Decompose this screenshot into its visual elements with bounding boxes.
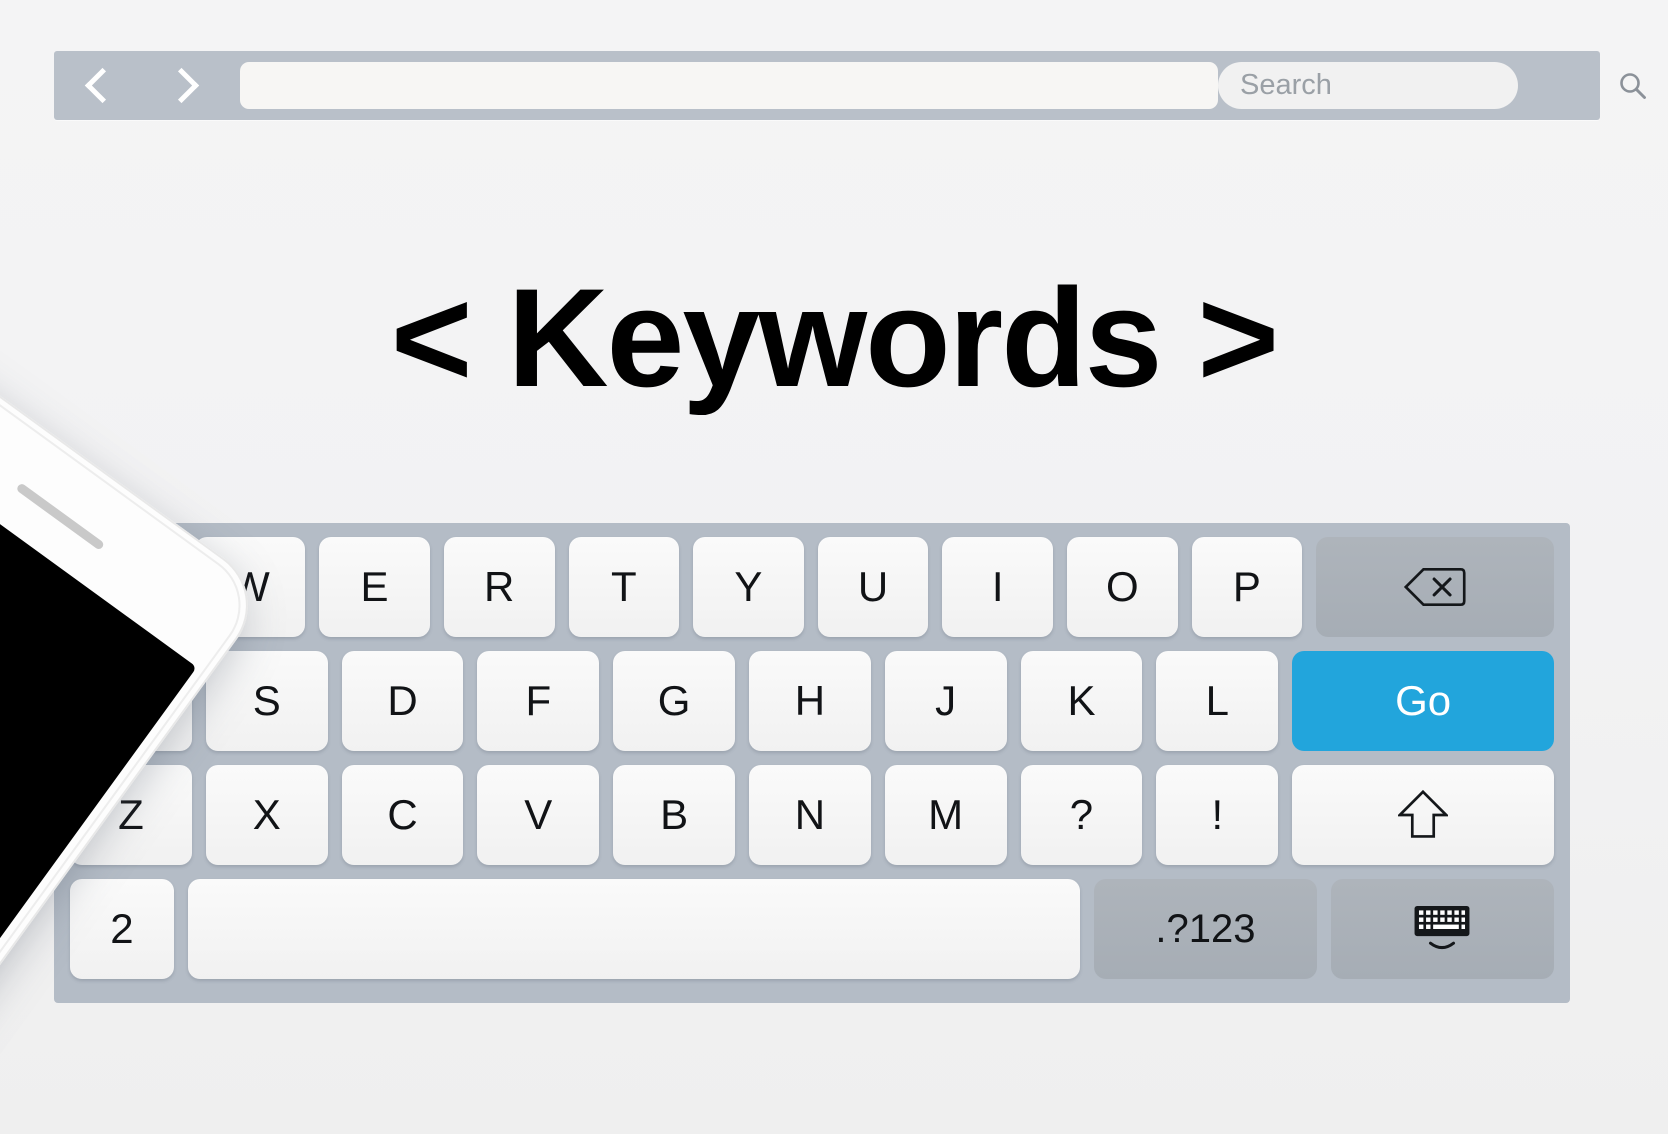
key-go-label: Go xyxy=(1395,677,1452,724)
keyboard-row-3: Z X C V B N M?! xyxy=(54,765,1570,865)
page-title: < Keywords > xyxy=(390,259,1279,416)
key-c-label: C xyxy=(387,791,418,838)
key-p-label: P xyxy=(1232,563,1261,610)
key-g-label: G xyxy=(657,677,691,724)
key-v[interactable]: V xyxy=(477,765,600,865)
backspace-delete-icon xyxy=(1404,565,1466,609)
key-n-label: N xyxy=(794,791,826,838)
key-j-label: J xyxy=(935,677,957,724)
key-j[interactable]: J xyxy=(884,651,1007,751)
key-h-label: H xyxy=(794,677,826,724)
key-n[interactable]: N xyxy=(748,765,871,865)
key-o-label: O xyxy=(1105,563,1139,610)
address-bar-input[interactable] xyxy=(240,62,1218,109)
key-dismiss-keyboard[interactable] xyxy=(1330,879,1554,979)
key-y[interactable]: Y xyxy=(693,537,804,637)
key-m[interactable]: M xyxy=(884,765,1007,865)
key-u-label: U xyxy=(857,563,889,610)
key-o[interactable]: O xyxy=(1067,537,1178,637)
key-u[interactable]: U xyxy=(817,537,929,637)
key-r[interactable]: R xyxy=(443,537,555,637)
magnifier-icon[interactable] xyxy=(1617,70,1649,102)
key-z-label: Z xyxy=(118,791,144,838)
browser-toolbar xyxy=(54,51,1646,120)
key-exclamation[interactable]: ! xyxy=(1156,765,1279,865)
key-question[interactable]: ? xyxy=(1020,765,1143,865)
key-d-label: D xyxy=(387,677,418,724)
keyboard-row-4: 2 .?123 xyxy=(54,879,1570,979)
key-v-label: V xyxy=(524,791,553,838)
key-m-label: M xyxy=(928,791,964,838)
key-c[interactable]: C xyxy=(341,765,464,865)
key-i[interactable]: I xyxy=(942,537,1053,637)
shift-arrow-icon xyxy=(1398,788,1449,842)
key-y-label: Y xyxy=(734,563,763,610)
key-l-label: L xyxy=(1205,677,1229,724)
key-f-label: F xyxy=(525,677,552,724)
key-i-label: I xyxy=(991,563,1004,610)
key-k-label: K xyxy=(1067,677,1096,724)
chevron-right-icon[interactable] xyxy=(168,64,194,108)
key-r-label: R xyxy=(484,563,515,610)
key-g[interactable]: G xyxy=(613,651,735,751)
key-x[interactable]: X xyxy=(205,765,328,865)
key-alt-left-label: 2 xyxy=(110,905,134,952)
key-b-label: B xyxy=(660,791,689,838)
search-field[interactable] xyxy=(1218,62,1646,109)
key-e-label: E xyxy=(360,563,389,610)
key-exclamation-label: ! xyxy=(1211,791,1224,838)
key-symbols-label: .?123 xyxy=(1155,906,1256,951)
keyboard-row-1: QWERTYUIOP xyxy=(54,537,1570,637)
onscreen-keyboard: QWERTYUIOP ASDFGHJKLGo ZXCVBNM?! 2.?123 xyxy=(54,523,1570,1003)
screenshot-canvas: < Keywords > QWERTYUIOP ASDFGHJKLGo ZXCV… xyxy=(0,0,1668,1134)
key-b[interactable]: B xyxy=(613,765,735,865)
key-h[interactable]: H xyxy=(748,651,871,751)
key-d[interactable]: D xyxy=(341,651,464,751)
key-p[interactable]: P xyxy=(1191,537,1303,637)
key-t-label: T xyxy=(610,563,637,610)
key-symbols[interactable]: .?123 xyxy=(1093,879,1317,979)
key-go[interactable]: Go xyxy=(1292,651,1555,751)
key-x-label: X xyxy=(252,791,281,838)
key-backspace[interactable] xyxy=(1316,537,1555,637)
key-e[interactable]: E xyxy=(319,537,430,637)
key-alt-left[interactable]: 2 xyxy=(70,879,174,979)
key-space[interactable] xyxy=(187,879,1080,979)
search-input[interactable] xyxy=(1240,69,1617,102)
navigation-arrows xyxy=(84,63,194,108)
key-f[interactable]: F xyxy=(477,651,600,751)
key-question-label: ? xyxy=(1069,791,1094,838)
key-k[interactable]: K xyxy=(1020,651,1143,751)
key-l[interactable]: L xyxy=(1156,651,1279,751)
key-t[interactable]: T xyxy=(568,537,680,637)
keyboard-row-2: ASDFGHJKLGo xyxy=(54,651,1570,751)
key-shift[interactable] xyxy=(1292,765,1555,865)
chevron-left-icon[interactable] xyxy=(84,64,110,108)
key-s-label: S xyxy=(252,677,281,724)
key-s[interactable]: S xyxy=(205,651,328,751)
keyboard-dismiss-icon xyxy=(1411,904,1473,954)
